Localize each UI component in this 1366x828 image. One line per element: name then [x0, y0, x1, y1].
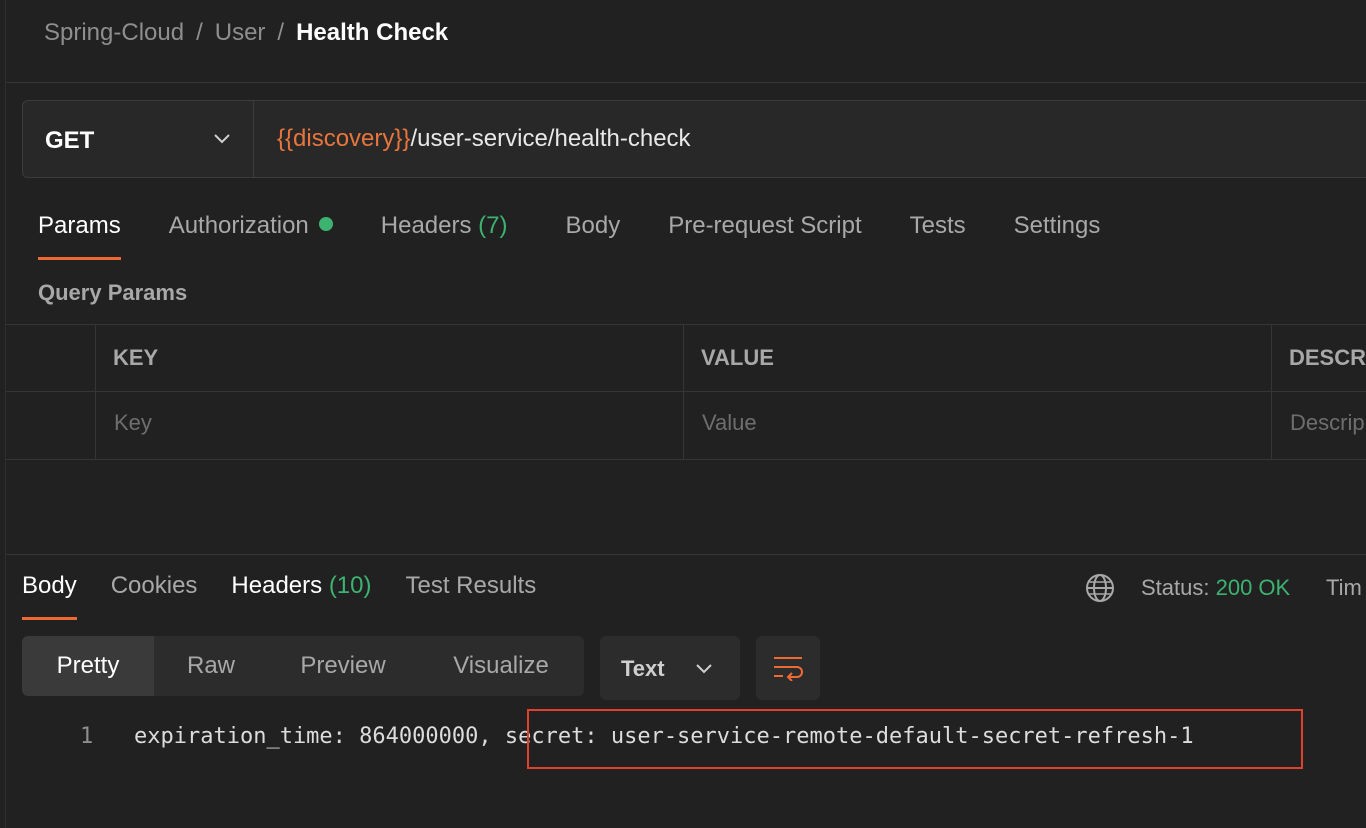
tab-label: Tests	[909, 212, 966, 239]
tab-headers[interactable]: Headers (7)	[381, 212, 508, 260]
tab-label: Settings	[1013, 212, 1101, 239]
tab-label: Authorization	[168, 212, 309, 239]
line-number: 1	[80, 724, 94, 749]
column-header-description: DESCR	[1289, 345, 1366, 370]
key-input[interactable]: Key	[114, 410, 152, 436]
method-select[interactable]: GET	[23, 101, 254, 177]
tab-label: Headers	[380, 212, 472, 239]
view-mode-pretty[interactable]: Pretty	[22, 636, 154, 696]
url-bar: GET {{discovery}}/user-service/health-ch…	[22, 100, 1366, 178]
value-input[interactable]: Value	[702, 410, 757, 436]
header-divider	[6, 82, 1366, 83]
response-tab-body[interactable]: Body	[22, 572, 77, 620]
tab-params[interactable]: Params	[38, 212, 121, 260]
tab-label: Body	[22, 572, 77, 599]
format-select[interactable]: Text	[600, 636, 740, 700]
tab-pre-request-script[interactable]: Pre-request Script	[668, 212, 861, 260]
response-time-label[interactable]: Tim	[1326, 575, 1362, 601]
response-tab-test-results[interactable]: Test Results	[406, 572, 537, 620]
tab-settings[interactable]: Settings	[1014, 212, 1101, 260]
response-tab-headers[interactable]: Headers (10)	[231, 572, 371, 620]
method-label: GET	[45, 127, 95, 154]
tab-tests[interactable]: Tests	[910, 212, 966, 260]
wrap-lines-icon	[774, 657, 803, 681]
breadcrumb-separator: /	[196, 19, 203, 46]
wrap-lines-button[interactable]	[756, 636, 820, 700]
view-mode-preview[interactable]: Preview	[268, 636, 418, 696]
globe-icon[interactable]	[1085, 573, 1115, 603]
response-headers-count: (10)	[328, 572, 372, 599]
table-header-row: KEY VALUE DESCR	[6, 325, 1366, 392]
highlight-box	[527, 709, 1303, 769]
response-status: Status: 200 OK	[1141, 575, 1290, 601]
status-badge[interactable]: 200 OK	[1216, 575, 1291, 600]
breadcrumb-separator: /	[277, 19, 285, 46]
tab-body[interactable]: Body	[566, 212, 621, 260]
column-header-key: KEY	[113, 345, 159, 370]
table-row: Key Value Descrip	[6, 392, 1366, 458]
breadcrumb-item-collection[interactable]: Spring-Cloud	[44, 19, 184, 47]
tab-authorization[interactable]: Authorization	[169, 212, 333, 260]
tab-label: Test Results	[405, 572, 537, 599]
url-path: /user-service/health-check	[410, 125, 691, 152]
response-tabs: Body Cookies Headers (10) Test Results	[22, 572, 570, 620]
tab-label: Body	[565, 212, 621, 239]
query-params-table: KEY VALUE DESCR Key Value Descrip	[6, 324, 1366, 460]
view-mode-visualize[interactable]: Visualize	[418, 636, 584, 696]
query-params-title: Query Params	[38, 280, 188, 305]
view-mode-switcher: Pretty Raw Preview Visualize	[22, 636, 584, 696]
tab-label: Headers	[231, 572, 323, 599]
format-label: Text	[621, 656, 665, 681]
tab-label: Pre-request Script	[668, 212, 862, 239]
response-tab-cookies[interactable]: Cookies	[111, 572, 198, 620]
auth-status-dot	[318, 217, 333, 231]
breadcrumb-item-folder[interactable]: User	[215, 19, 266, 47]
headers-count: (7)	[478, 212, 508, 239]
url-variable: {{discovery}}	[277, 125, 411, 152]
chevron-down-icon	[696, 664, 712, 674]
view-mode-raw[interactable]: Raw	[154, 636, 268, 696]
page-title[interactable]: Health Check	[296, 19, 448, 47]
status-label: Status:	[1141, 575, 1210, 600]
tab-label: Cookies	[110, 572, 198, 599]
breadcrumb: Spring-Cloud / User / Health Check	[44, 19, 448, 47]
request-tabs: Params Authorization Headers (7) Body Pr…	[38, 212, 1148, 260]
column-header-value: VALUE	[701, 345, 774, 370]
url-input[interactable]: {{discovery}}/user-service/health-check	[277, 125, 691, 153]
tab-label: Params	[38, 212, 121, 239]
chevron-down-icon	[214, 134, 230, 144]
response-divider[interactable]	[6, 554, 1366, 555]
description-input[interactable]: Descrip	[1290, 410, 1365, 436]
code-text: expiration_time: 864000000,	[134, 724, 492, 749]
